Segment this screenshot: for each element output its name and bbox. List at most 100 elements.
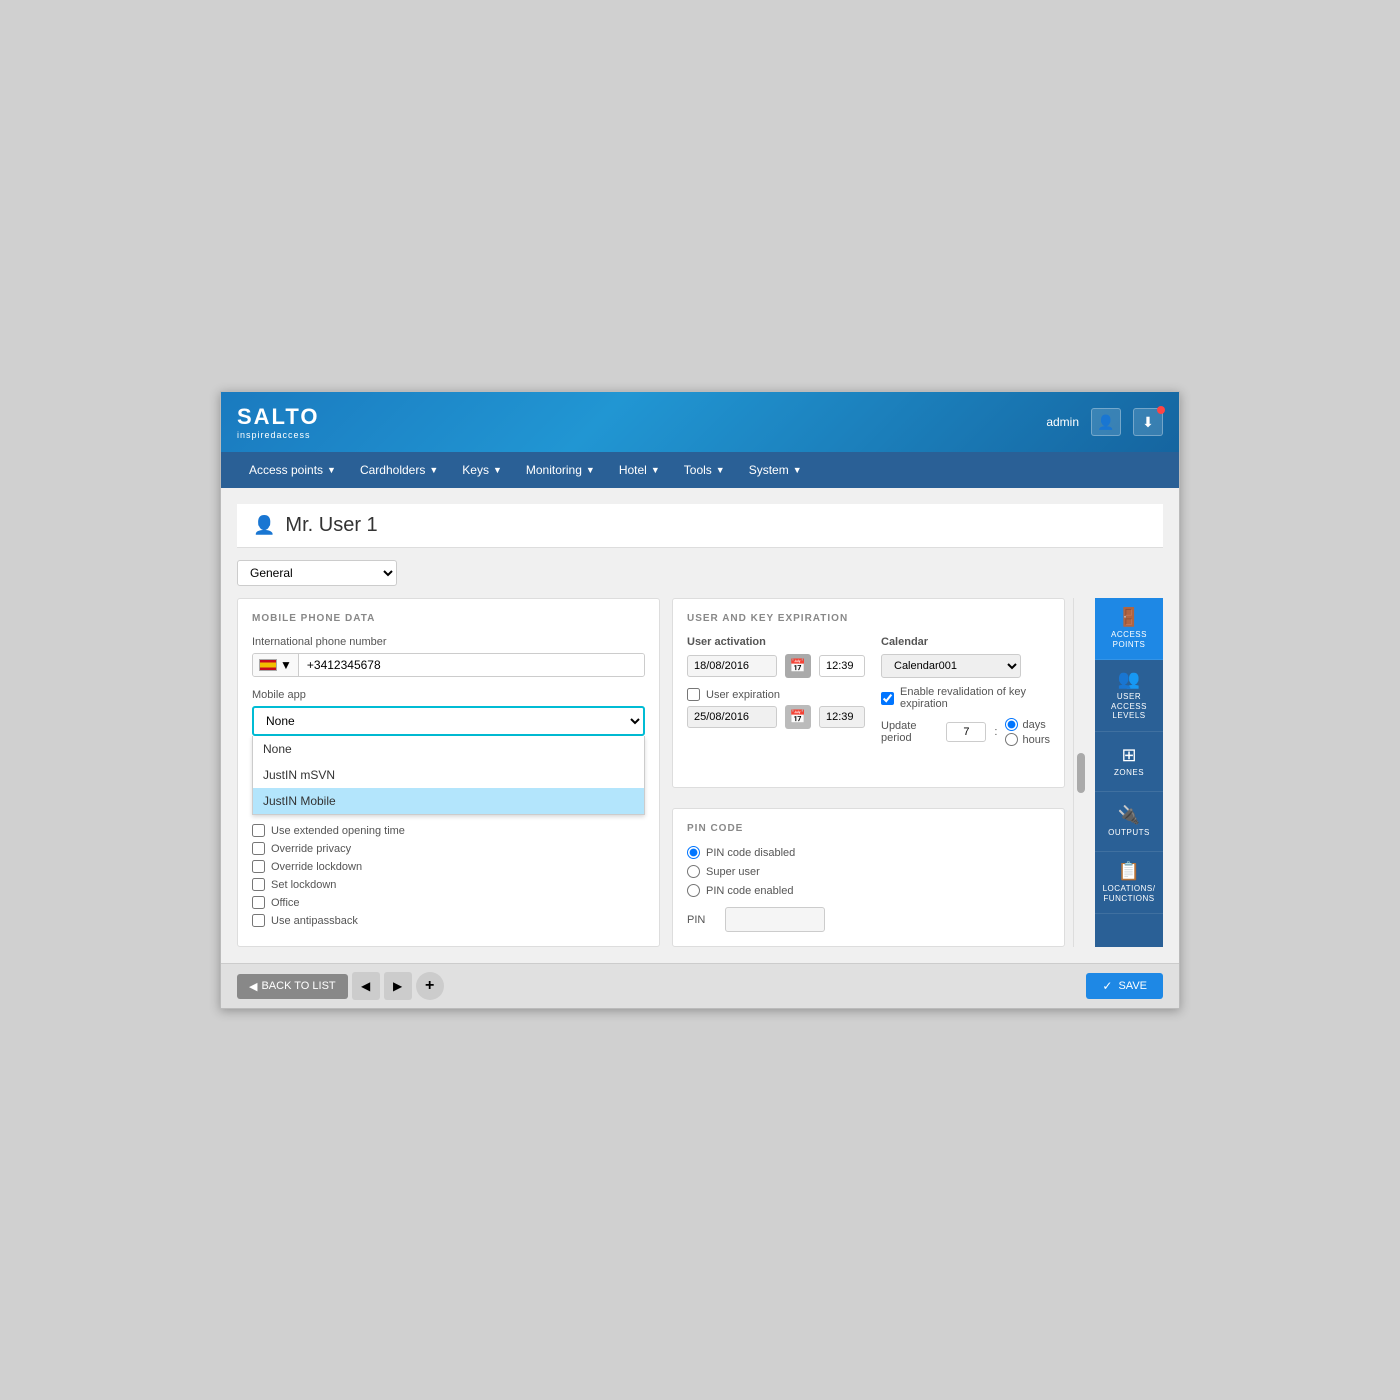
add-btn[interactable]: + [416, 972, 444, 1000]
pin-enabled-row[interactable]: PIN code enabled [687, 884, 1050, 897]
cb-lockdown-override-input[interactable] [252, 860, 265, 873]
cb-office-input[interactable] [252, 896, 265, 909]
nav-system[interactable]: System ▼ [737, 452, 814, 488]
pin-disabled-radio[interactable] [687, 846, 700, 859]
sidebar-icons: 🚪 ACCESS POINTS 👥 USER ACCESS LEVELS ⊞ Z… [1095, 598, 1163, 947]
nav-system-arrow: ▼ [793, 465, 802, 475]
notification-btn[interactable]: ⬇ [1133, 408, 1163, 436]
sidebar-user-access-levels[interactable]: 👥 USER ACCESS LEVELS [1095, 660, 1163, 732]
activation-date[interactable] [687, 655, 777, 677]
hours-radio[interactable] [1005, 733, 1018, 746]
pin-field-row: PIN [687, 907, 1050, 932]
general-select[interactable]: General [237, 560, 397, 586]
nav-hotel-arrow: ▼ [651, 465, 660, 475]
pin-radio-group: PIN code disabled Super user PIN code en… [687, 846, 1050, 897]
user-icon-btn[interactable]: 👤 [1091, 408, 1121, 436]
cb-extended-input[interactable] [252, 824, 265, 837]
phone-flag[interactable]: ▼ [253, 654, 299, 676]
cb-set-lockdown-input[interactable] [252, 878, 265, 891]
activation-date-row: 📅 [687, 654, 865, 678]
mobile-app-section: None None JustIN mSVN JustIN Mobile [252, 706, 645, 736]
nav-monitoring-arrow: ▼ [586, 465, 595, 475]
save-btn[interactable]: ✓ SAVE [1086, 973, 1163, 999]
mobile-app-label: Mobile app [252, 689, 645, 701]
revalidation-cb[interactable] [881, 692, 894, 705]
super-user-radio[interactable] [687, 865, 700, 878]
sidebar-locations-functions[interactable]: 📋 LOCATIONS/FUNCTIONS [1095, 852, 1163, 914]
next-btn[interactable]: ▶ [384, 972, 412, 1000]
prev-btn[interactable]: ◀ [352, 972, 380, 1000]
nav-monitoring[interactable]: Monitoring ▼ [514, 452, 607, 488]
pin-input[interactable] [725, 907, 825, 932]
cb-antipassback-input[interactable] [252, 914, 265, 927]
user-icon: 👤 [253, 515, 275, 536]
nav-access-points[interactable]: Access points ▼ [237, 452, 348, 488]
logo-name: SALTO [237, 404, 320, 430]
outputs-icon: 🔌 [1118, 806, 1140, 824]
nav-keys[interactable]: Keys ▼ [450, 452, 514, 488]
logo: SALTO inspiredaccess [237, 404, 320, 440]
activation-time[interactable] [819, 655, 865, 677]
cb-privacy: Override privacy [252, 842, 645, 855]
phone-row: ▼ [252, 653, 645, 677]
expiration-date[interactable] [687, 706, 777, 728]
app-header: SALTO inspiredaccess admin 👤 ⬇ [221, 392, 1179, 452]
general-select-wrap: General [237, 560, 1163, 586]
nav-cardholders-arrow: ▼ [429, 465, 438, 475]
save-checkmark: ✓ [1102, 979, 1112, 993]
nav-tools-arrow: ▼ [716, 465, 725, 475]
right-content: 👤 Mr. User 1 General MOBILE PHONE DATA I… [237, 504, 1163, 947]
hours-radio-row[interactable]: hours [1005, 733, 1050, 746]
header-right: admin 👤 ⬇ [1046, 408, 1163, 436]
pin-section: PIN CODE PIN code disabled Super user [672, 808, 1065, 947]
cb-office: Office [252, 896, 645, 909]
page-title: Mr. User 1 [285, 514, 377, 537]
expiration-top-row: User activation 📅 User [687, 636, 1050, 746]
nav-bar: Access points ▼ Cardholders ▼ Keys ▼ Mon… [221, 452, 1179, 488]
nav-tools[interactable]: Tools ▼ [672, 452, 737, 488]
super-user-row[interactable]: Super user [687, 865, 1050, 878]
nav-cardholders[interactable]: Cardholders ▼ [348, 452, 450, 488]
zones-icon: ⊞ [1121, 746, 1136, 764]
expiration-cal-btn[interactable]: 📅 [785, 705, 811, 729]
sidebar-outputs[interactable]: 🔌 OUTPUTS [1095, 792, 1163, 852]
content-area: 👤 Mr. User 1 General MOBILE PHONE DATA I… [221, 488, 1179, 963]
pin-enabled-radio[interactable] [687, 884, 700, 897]
activation-cal-btn[interactable]: 📅 [785, 654, 811, 678]
page-title-bar: 👤 Mr. User 1 [237, 504, 1163, 548]
expiration-time[interactable] [819, 706, 865, 728]
dropdown-justin-msvn[interactable]: JustIN mSVN [253, 762, 644, 788]
nav-keys-arrow: ▼ [493, 465, 502, 475]
period-input[interactable] [946, 722, 986, 742]
flag-spain [259, 659, 277, 671]
days-radio-row[interactable]: days [1005, 718, 1050, 731]
cb-privacy-input[interactable] [252, 842, 265, 855]
form-columns: MOBILE PHONE DATA International phone nu… [237, 598, 1065, 947]
nav-hotel[interactable]: Hotel ▼ [607, 452, 672, 488]
form-scrollbar[interactable] [1073, 598, 1087, 947]
dropdown-justin-mobile[interactable]: JustIN Mobile [253, 788, 644, 814]
pin-title: PIN CODE [687, 823, 1050, 834]
calendar-select[interactable]: Calendar001 [881, 654, 1021, 678]
mobile-app-select[interactable]: None [252, 706, 645, 736]
scroll-thumb [1077, 753, 1085, 793]
sidebar-access-points[interactable]: 🚪 ACCESS POINTS [1095, 598, 1163, 660]
cb-extended: Use extended opening time [252, 824, 645, 837]
logo-subtitle: inspiredaccess [237, 430, 320, 440]
period-radio-group: days hours [1005, 718, 1050, 746]
user-expiration-cb[interactable] [687, 688, 700, 701]
mobile-phone-title: MOBILE PHONE DATA [252, 613, 645, 624]
expiration-title: USER AND KEY EXPIRATION [687, 613, 1050, 624]
pin-disabled-row[interactable]: PIN code disabled [687, 846, 1050, 859]
back-to-list-btn[interactable]: ◀ BACK TO LIST [237, 974, 348, 999]
users-icon: 👥 [1118, 670, 1140, 688]
dropdown-none[interactable]: None [253, 736, 644, 762]
notification-dot [1157, 406, 1165, 414]
user-expiration-row: User expiration [687, 688, 865, 701]
nav-access-points-arrow: ▼ [327, 465, 336, 475]
days-radio[interactable] [1005, 718, 1018, 731]
phone-input[interactable] [299, 654, 644, 676]
sidebar-zones[interactable]: ⊞ ZONES [1095, 732, 1163, 792]
user-activation-label: User activation [687, 636, 865, 648]
calendar-col: Calendar Calendar001 Enable revalidation… [881, 636, 1050, 746]
